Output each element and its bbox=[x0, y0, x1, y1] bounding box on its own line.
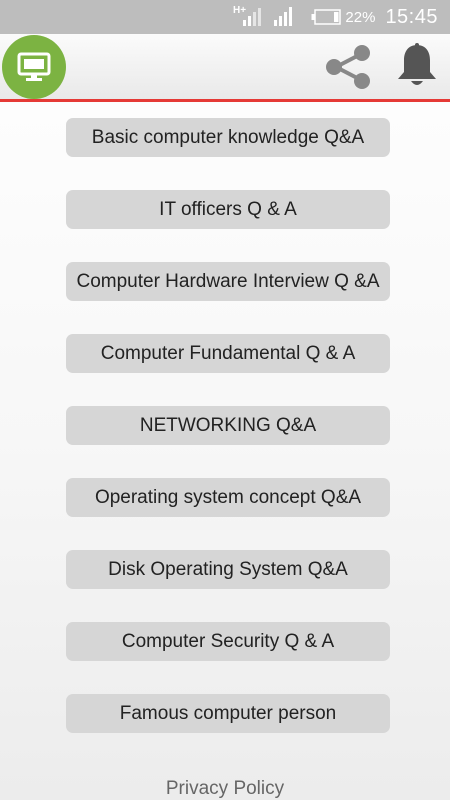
computer-hardware-interview-button[interactable]: Computer Hardware Interview Q &A bbox=[66, 262, 390, 301]
app-bar bbox=[0, 34, 450, 102]
wifi-signal-icon bbox=[273, 3, 295, 32]
computer-monitor-icon bbox=[17, 52, 51, 81]
status-bar: H+ 22% 15:45 bbox=[0, 0, 450, 34]
privacy-policy-link[interactable]: Privacy Policy bbox=[0, 778, 450, 800]
share-icon[interactable] bbox=[324, 42, 374, 97]
operating-system-concept-button[interactable]: Operating system concept Q&A bbox=[66, 478, 390, 517]
battery-indicator: 22% bbox=[311, 9, 385, 26]
battery-icon bbox=[311, 9, 342, 25]
it-officers-button[interactable]: IT officers Q & A bbox=[66, 190, 390, 229]
computer-security-button[interactable]: Computer Security Q & A bbox=[66, 622, 390, 661]
disk-operating-system-button[interactable]: Disk Operating System Q&A bbox=[66, 550, 390, 589]
computer-fundamental-button[interactable]: Computer Fundamental Q & A bbox=[66, 334, 390, 373]
basic-computer-knowledge-button[interactable]: Basic computer knowledge Q&A bbox=[66, 118, 390, 157]
clock: 15:45 bbox=[385, 5, 438, 28]
menu-list: Basic computer knowledge Q&A IT officers… bbox=[66, 118, 390, 766]
battery-percent: 22% bbox=[345, 8, 376, 26]
app-logo[interactable] bbox=[2, 35, 66, 99]
famous-computer-person-button[interactable]: Famous computer person bbox=[66, 694, 390, 733]
bell-icon[interactable] bbox=[396, 43, 438, 94]
networking-button[interactable]: NETWORKING Q&A bbox=[66, 406, 390, 445]
network-type-label: H+ bbox=[233, 5, 246, 16]
mobile-signal-icon: H+ bbox=[233, 2, 263, 33]
